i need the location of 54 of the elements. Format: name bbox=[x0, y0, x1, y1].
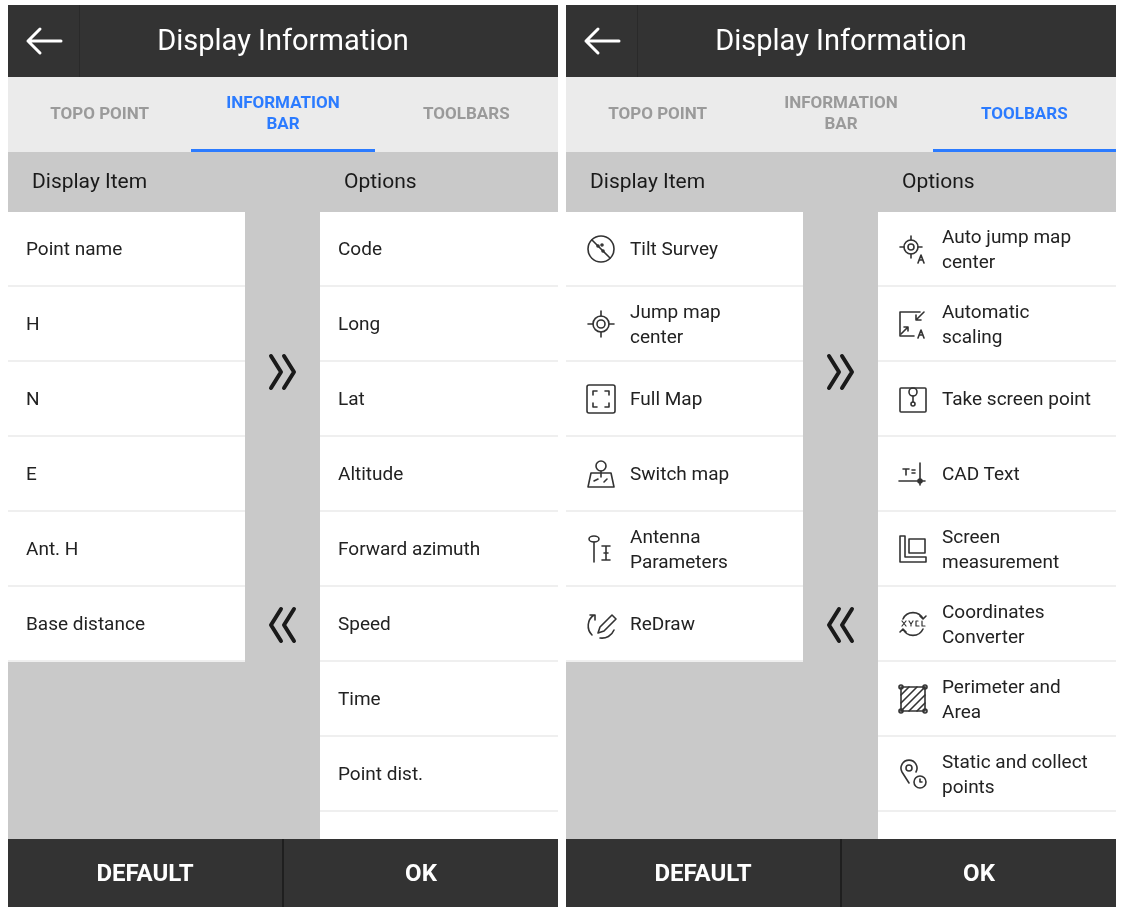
item-label: Auto jump map center bbox=[942, 223, 1073, 274]
item-label: Automatic scaling bbox=[942, 298, 1031, 349]
hatched-area-icon bbox=[896, 681, 930, 716]
column-heading: Display Item bbox=[31, 168, 149, 196]
footer-button[interactable]: OK bbox=[282, 839, 558, 907]
item-label: Point name bbox=[26, 236, 123, 261]
item-label: Tilt Survey bbox=[630, 236, 718, 261]
list-row[interactable]: Tilt Survey bbox=[566, 212, 803, 287]
item-label: Antenna Parameters bbox=[630, 523, 729, 574]
item-label: Static and collect points bbox=[942, 748, 1089, 799]
item-label: N bbox=[26, 386, 40, 411]
back-arrow-icon bbox=[24, 26, 63, 56]
item-label: ReDraw bbox=[630, 611, 695, 636]
item-label: Altitude bbox=[338, 461, 404, 486]
item-label: Take screen point bbox=[942, 386, 1092, 411]
list-row[interactable]: Switch map bbox=[566, 437, 803, 512]
list-row[interactable]: E bbox=[8, 437, 245, 512]
footer-button[interactable]: OK bbox=[840, 839, 1116, 907]
item-label: E bbox=[26, 461, 37, 486]
list-row[interactable]: H bbox=[8, 287, 245, 362]
item-label: Coordinates Converter bbox=[942, 598, 1046, 649]
item-label: Full Map bbox=[630, 386, 703, 411]
list-row[interactable]: ReDraw bbox=[566, 587, 803, 662]
list-row[interactable]: Antenna Parameters bbox=[566, 512, 803, 587]
list-row[interactable]: N bbox=[8, 362, 245, 437]
footer-button[interactable]: DEFAULT bbox=[566, 839, 840, 907]
item-label: Ant. H bbox=[26, 536, 79, 561]
item-label: Switch map bbox=[630, 461, 730, 486]
item-label: Base distance bbox=[26, 611, 145, 636]
item-label: Lat bbox=[338, 386, 365, 411]
item-label: Time bbox=[338, 686, 381, 711]
item-label: Screen measurement bbox=[942, 523, 1061, 574]
item-label: CAD Text bbox=[942, 461, 1020, 486]
item-label: H bbox=[26, 311, 40, 336]
footer-button[interactable]: DEFAULT bbox=[8, 839, 282, 907]
column-heading: Options bbox=[343, 168, 417, 196]
item-label: Speed bbox=[338, 611, 391, 636]
item-label: Jump map center bbox=[630, 298, 722, 349]
item-label: Point dist. bbox=[338, 761, 424, 786]
list-row[interactable]: Jump map center bbox=[566, 287, 803, 362]
item-label: Long bbox=[338, 311, 381, 336]
list-row[interactable]: Base distance bbox=[8, 587, 245, 662]
item-label: Code bbox=[338, 236, 382, 261]
fullscreen-icon bbox=[584, 381, 618, 416]
list-row[interactable]: Full Map bbox=[566, 362, 803, 437]
item-label: Perimeter and Area bbox=[942, 673, 1062, 724]
screen-title: Display Information bbox=[714, 22, 968, 60]
item-label: Forward azimuth bbox=[338, 536, 481, 561]
screen-title: Display Information bbox=[156, 22, 410, 60]
back-arrow-icon bbox=[582, 26, 621, 56]
list-row[interactable]: Ant. H bbox=[8, 512, 245, 587]
column-heading: Display Item bbox=[589, 168, 707, 196]
column-heading: Options bbox=[901, 168, 975, 196]
list-row[interactable]: Point name bbox=[8, 212, 245, 287]
